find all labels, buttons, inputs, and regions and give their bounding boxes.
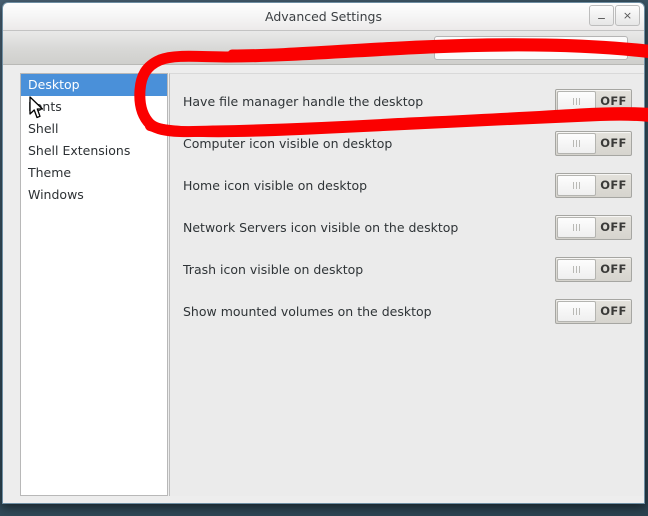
toolbar [3, 31, 644, 65]
setting-label: Show mounted volumes on the desktop [183, 303, 432, 319]
advanced-settings-window: Advanced Settings _ × Desktop Fonts Shel… [2, 2, 645, 504]
grip-line-icon [573, 223, 574, 231]
sidebar-item-shell-extensions[interactable]: Shell Extensions [21, 140, 167, 162]
toggle-home-icon[interactable]: OFF [555, 172, 632, 198]
toggle-trash-icon[interactable]: OFF [555, 256, 632, 282]
setting-row: Trash icon visible on desktop OFF [170, 248, 644, 290]
toggle-handle[interactable] [557, 258, 596, 280]
grip-line-icon [576, 139, 577, 147]
toggle-state-label: OFF [600, 178, 627, 192]
toggle-state-label: OFF [600, 220, 627, 234]
setting-label: Home icon visible on desktop [183, 177, 368, 193]
toggle-network-servers-icon[interactable]: OFF [555, 214, 632, 240]
grip-line-icon [573, 139, 574, 147]
search-box[interactable] [434, 36, 628, 60]
setting-row: Have file manager handle the desktop OFF [170, 80, 644, 122]
page-title: Advanced Settings [265, 9, 382, 24]
toggle-computer-icon[interactable]: OFF [555, 130, 632, 156]
search-icon[interactable] [607, 37, 627, 59]
setting-label: Trash icon visible on desktop [183, 261, 364, 277]
toggle-state-label: OFF [600, 304, 627, 318]
toggle-handle[interactable] [557, 216, 596, 238]
grip-line-icon [576, 97, 577, 105]
grip-line-icon [579, 265, 580, 273]
sidebar-item-fonts[interactable]: Fonts [21, 96, 167, 118]
setting-label: Computer icon visible on desktop [183, 135, 393, 151]
sidebar-item-windows[interactable]: Windows [21, 184, 167, 206]
toggle-handle[interactable] [557, 300, 596, 322]
toggle-handle[interactable] [557, 90, 596, 112]
setting-row: Show mounted volumes on the desktop OFF [170, 290, 644, 332]
setting-row: Network Servers icon visible on the desk… [170, 206, 644, 248]
setting-label: Network Servers icon visible on the desk… [183, 219, 459, 235]
grip-line-icon [576, 307, 577, 315]
toggle-state-label: OFF [600, 94, 627, 108]
grip-line-icon [579, 223, 580, 231]
title-bar[interactable]: Advanced Settings _ × [3, 3, 644, 31]
grip-line-icon [573, 181, 574, 189]
toggle-handle[interactable] [557, 132, 596, 154]
grip-line-icon [579, 97, 580, 105]
grip-line-icon [576, 265, 577, 273]
grip-line-icon [576, 223, 577, 231]
settings-panel: Have file manager handle the desktop OFF… [169, 73, 644, 496]
grip-line-icon [573, 97, 574, 105]
close-icon[interactable]: × [615, 5, 640, 26]
sidebar-item-desktop[interactable]: Desktop [21, 74, 167, 96]
grip-line-icon [579, 139, 580, 147]
toggle-mounted-volumes[interactable]: OFF [555, 298, 632, 324]
setting-row: Home icon visible on desktop OFF [170, 164, 644, 206]
sidebar-item-shell[interactable]: Shell [21, 118, 167, 140]
sidebar-item-theme[interactable]: Theme [21, 162, 167, 184]
minimize-button[interactable]: _ [589, 5, 614, 26]
grip-line-icon [573, 307, 574, 315]
search-input[interactable] [435, 40, 607, 56]
grip-line-icon [579, 181, 580, 189]
grip-line-icon [576, 181, 577, 189]
grip-line-icon [579, 307, 580, 315]
toggle-file-manager-desktop[interactable]: OFF [555, 88, 632, 114]
toggle-state-label: OFF [600, 262, 627, 276]
grip-line-icon [573, 265, 574, 273]
sidebar-category-list[interactable]: Desktop Fonts Shell Shell Extensions The… [20, 73, 168, 496]
setting-label: Have file manager handle the desktop [183, 93, 424, 109]
setting-row: Computer icon visible on desktop OFF [170, 122, 644, 164]
window-body: Desktop Fonts Shell Shell Extensions The… [3, 65, 644, 503]
window-controls: _ × [588, 5, 640, 26]
toggle-state-label: OFF [600, 136, 627, 150]
toggle-handle[interactable] [557, 174, 596, 196]
